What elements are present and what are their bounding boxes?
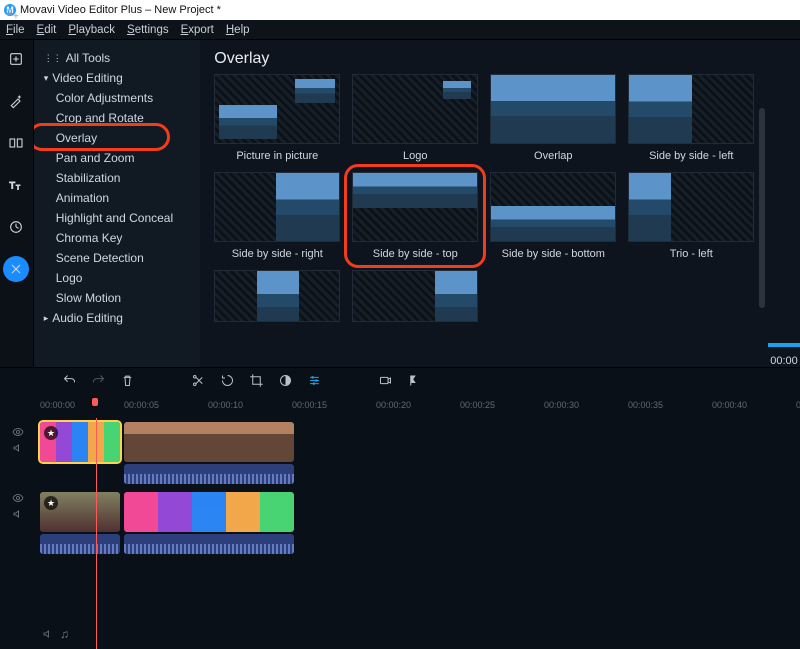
redo-button[interactable] [91, 373, 106, 393]
tick: 00:00:20 [376, 400, 411, 410]
rail-add-button[interactable] [3, 46, 29, 72]
tool-all-tools[interactable]: ⋮⋮All Tools [34, 48, 201, 68]
annotation-highlight-overlay [34, 123, 170, 151]
window-title-bar: M Movavi Video Editor Plus – New Project… [0, 0, 800, 20]
clip-audio-2b[interactable] [124, 534, 294, 554]
add-track-button[interactable]: ≡+ [6, 5, 19, 22]
svg-text:T: T [10, 180, 16, 190]
tick: 00:00:35 [628, 400, 663, 410]
menu-settings[interactable]: Settings [127, 24, 169, 36]
tool-crop-rotate[interactable]: Crop and Rotate [34, 108, 201, 128]
tick: 00:00:30 [544, 400, 579, 410]
playhead-line[interactable] [96, 418, 97, 649]
overlay-card-overlap[interactable]: Overlap [490, 74, 616, 162]
tool-group-video-editing[interactable]: ▾Video Editing [34, 68, 201, 88]
music-track-controls[interactable]: ♫ [42, 627, 69, 641]
tool-color-adjustments[interactable]: Color Adjustments [34, 88, 201, 108]
tool-stabilization[interactable]: Stabilization [34, 168, 201, 188]
overlay-card-side-left[interactable]: Side by side - left [628, 74, 754, 162]
preview-time: 00:00 [768, 335, 800, 367]
rail-titles-icon[interactable]: TT [3, 172, 29, 198]
menu-file[interactable]: File [6, 24, 25, 36]
clip-audio-1[interactable] [124, 464, 294, 484]
tool-logo[interactable]: Logo [34, 268, 201, 288]
tick: 00:00:15 [292, 400, 327, 410]
clip-properties-button[interactable] [307, 373, 322, 393]
clip-audio-2a[interactable] [40, 534, 120, 554]
track-gutter [0, 418, 36, 649]
record-button[interactable] [378, 373, 393, 393]
star-icon: ★ [44, 426, 58, 440]
clip-overlay-title-2[interactable] [124, 492, 294, 532]
window-title: Movavi Video Editor Plus – New Project * [20, 4, 221, 16]
track1-controls[interactable] [12, 418, 24, 462]
menu-edit[interactable]: Edit [37, 24, 57, 36]
panel-heading: Overlay [214, 50, 754, 68]
playhead-icon[interactable] [90, 398, 100, 410]
overlay-card-trio-left[interactable]: Trio - left [628, 172, 754, 260]
tool-highlight-conceal[interactable]: Highlight and Conceal [34, 208, 201, 228]
tool-chroma-key[interactable]: Chroma Key [34, 228, 201, 248]
overlay-card-side-bottom[interactable]: Side by side - bottom [490, 172, 616, 260]
gallery-scrollbar[interactable] [759, 108, 765, 308]
menu-playback[interactable]: Playback [68, 24, 115, 36]
overlay-gallery: Overlay Picture in picture Logo Overlap [200, 40, 768, 367]
tool-animation[interactable]: Animation [34, 188, 201, 208]
menu-help[interactable]: Help [226, 24, 250, 36]
color-button[interactable] [278, 373, 293, 393]
rail-more-tools-button[interactable] [3, 256, 29, 282]
rail-stickers-icon[interactable] [3, 214, 29, 240]
tools-panel: ⋮⋮All Tools ▾Video Editing Color Adjustm… [34, 40, 201, 367]
track2-controls[interactable] [12, 484, 24, 528]
music-note-icon: ♫ [60, 627, 69, 641]
overlay-card-side-top[interactable]: Side by side - top [352, 172, 478, 260]
rail-transitions-icon[interactable] [3, 130, 29, 156]
tool-pan-zoom[interactable]: Pan and Zoom [34, 148, 201, 168]
marker-button[interactable] [407, 373, 422, 393]
tick: 00:00:25 [460, 400, 495, 410]
timeline-ruler[interactable]: 00:00:00 00:00:05 00:00:10 00:00:15 00:0… [0, 398, 800, 418]
menu-export[interactable]: Export [181, 24, 214, 36]
svg-text:T: T [16, 185, 20, 192]
overlay-card-picture-in-picture[interactable]: Picture in picture [214, 74, 340, 162]
delete-button[interactable] [120, 373, 135, 393]
left-rail: TT [0, 40, 34, 367]
tool-overlay[interactable]: Overlay [34, 128, 201, 148]
menu-bar: File Edit Playback Settings Export Help [0, 20, 800, 40]
tick: 00:00:10 [208, 400, 243, 410]
undo-button[interactable] [62, 373, 77, 393]
tool-slow-motion[interactable]: Slow Motion [34, 288, 201, 308]
tool-group-audio-editing[interactable]: ▸Audio Editing [34, 308, 201, 328]
rail-effects-icon[interactable] [3, 88, 29, 114]
rotate-button[interactable] [220, 373, 235, 393]
star-icon: ★ [44, 496, 58, 510]
tick: 00:00:00 [40, 400, 75, 410]
tracks-area[interactable]: ★ ★ ♫ [36, 418, 800, 649]
tick: 00:00:40 [712, 400, 747, 410]
preview-panel: 00:00 [768, 40, 800, 367]
overlay-card-side-right[interactable]: Side by side - right [214, 172, 340, 260]
clip-video-face-1[interactable] [124, 422, 294, 462]
overlay-card-partial-1[interactable] [214, 270, 340, 322]
clip-video-room[interactable]: ★ [40, 492, 120, 532]
tool-overlay-label: Overlay [56, 131, 97, 145]
tick: 00:00:05 [124, 400, 159, 410]
tick: 00:00:45 [796, 400, 800, 410]
timeline-toolbar: ≡+ [0, 368, 800, 398]
overlay-card-partial-2[interactable] [352, 270, 478, 322]
overlay-card-logo[interactable]: Logo [352, 74, 478, 162]
tool-scene-detection[interactable]: Scene Detection [34, 248, 201, 268]
clip-overlay-title[interactable]: ★ [40, 422, 120, 462]
crop-button[interactable] [249, 373, 264, 393]
split-button[interactable] [191, 373, 206, 393]
